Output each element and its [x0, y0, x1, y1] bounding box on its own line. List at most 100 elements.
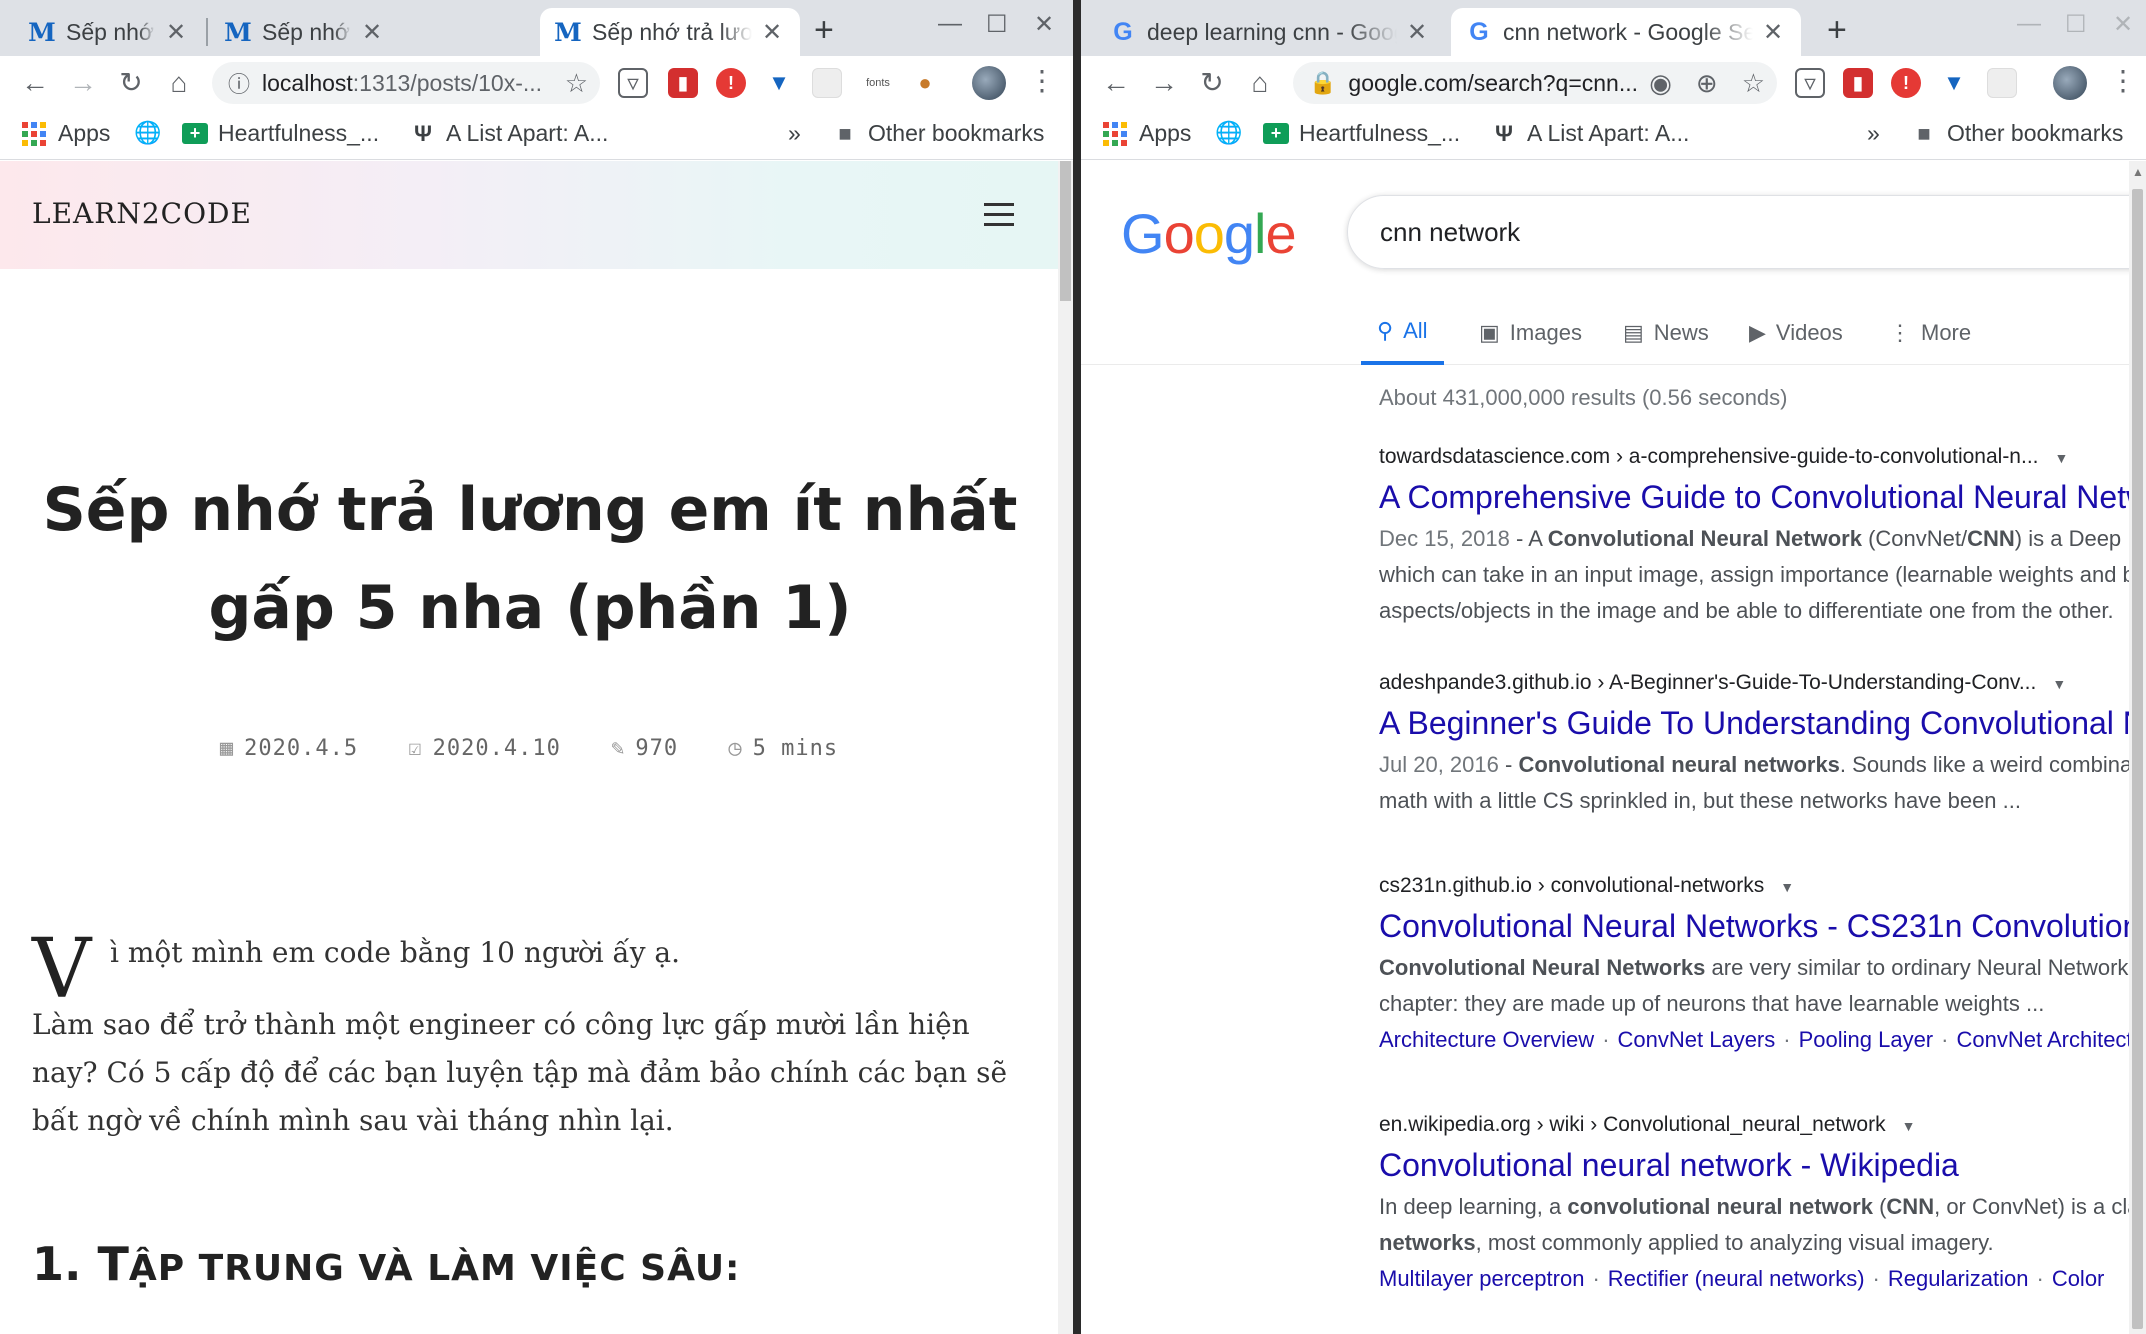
browser-tab-active[interactable]: G cnn network - Google Search ✕ — [1451, 8, 1801, 56]
caret-down-icon[interactable]: ▼ — [1902, 1118, 1916, 1134]
profile-avatar[interactable] — [972, 66, 1006, 100]
location-icon[interactable]: ◉ — [1649, 68, 1672, 99]
word-count: ✎ 970 — [611, 736, 679, 761]
red-extension-icon[interactable]: ▮ — [1843, 68, 1873, 98]
result-cite[interactable]: towardsdatascience.com › a-comprehensive… — [1379, 445, 2129, 469]
sitelink[interactable]: ConvNet Layers — [1618, 1027, 1776, 1052]
site-brand-link[interactable]: LEARN2CODE — [32, 197, 252, 230]
pocket-extension-icon[interactable]: ▽ — [1795, 68, 1825, 98]
bookmark-other[interactable]: ■ Other bookmarks — [832, 120, 1044, 147]
close-window-icon[interactable]: ✕ — [1034, 10, 1054, 39]
result-title-link[interactable]: Convolutional Neural Networks - CS231n C… — [1379, 906, 2129, 946]
sitelink[interactable]: Multilayer perceptron — [1379, 1266, 1584, 1291]
tab-videos[interactable]: ▶ Videos — [1749, 301, 1843, 365]
minimize-icon[interactable]: — — [938, 10, 962, 38]
info-icon[interactable]: ⓘ — [228, 67, 250, 99]
page-scrollbar[interactable]: ▲ — [2129, 161, 2146, 1334]
forward-arrow-icon[interactable]: → — [1145, 64, 1183, 102]
forward-arrow-icon[interactable]: → — [64, 64, 102, 102]
google-logo[interactable]: Google — [1121, 201, 1297, 266]
red-extension-icon[interactable]: ▮ — [668, 68, 698, 98]
tab-more[interactable]: ⋮ More — [1889, 301, 1971, 365]
result-title-link[interactable]: A Beginner's Guide To Understanding Conv… — [1379, 703, 2129, 743]
reload-icon[interactable]: ↻ — [112, 64, 150, 102]
cookie-extension-icon[interactable]: ● — [910, 68, 940, 98]
lock-icon[interactable]: 🔒 — [1309, 70, 1336, 96]
browser-tab[interactable]: M Sếp nhớ trả lương ✕ — [210, 8, 400, 56]
minimize-icon[interactable]: — — [2017, 10, 2041, 38]
close-tab-icon[interactable]: ✕ — [1759, 18, 1787, 47]
result-cite[interactable]: adeshpande3.github.io › A-Beginner's-Gui… — [1379, 671, 2129, 695]
reload-icon[interactable]: ↻ — [1193, 64, 1231, 102]
bookmark-alistapart[interactable]: Ψ A List Apart: A... — [410, 120, 608, 147]
alistapart-icon: Ψ — [414, 120, 432, 146]
tab-all[interactable]: ⚲ All — [1361, 301, 1444, 365]
bookmark-heartfulness[interactable]: + Heartfulness_... — [1263, 120, 1460, 147]
blank-extension-icon[interactable] — [812, 68, 842, 98]
caret-down-icon[interactable]: ▼ — [1780, 879, 1794, 895]
result-cite[interactable]: cs231n.github.io › convolutional-network… — [1379, 874, 2129, 898]
result-cite[interactable]: en.wikipedia.org › wiki › Convolutional_… — [1379, 1113, 2129, 1137]
sitelink[interactable]: Rectifier (neural networks) — [1608, 1266, 1865, 1291]
result-title-link[interactable]: A Comprehensive Guide to Convolutional N… — [1379, 477, 2129, 517]
blank-extension-icon[interactable] — [1987, 68, 2017, 98]
globe-icon[interactable]: 🌐 — [134, 120, 170, 146]
alert-extension-icon[interactable]: ! — [716, 68, 746, 98]
hamburger-menu-icon[interactable] — [984, 203, 1014, 233]
browser-menu-icon[interactable]: ⋮ — [2109, 64, 2137, 97]
scrollbar-thumb[interactable] — [1060, 161, 1071, 301]
image-icon: ▣ — [1479, 320, 1500, 345]
address-bar[interactable]: 🔒 google.com/search?q=cnn... ◉ ⊕ ☆ — [1293, 62, 1777, 104]
zoom-icon[interactable]: ⊕ — [1696, 68, 1718, 99]
pocket-extension-icon[interactable]: ▽ — [618, 68, 648, 98]
scroll-up-arrow-icon[interactable]: ▲ — [2132, 165, 2144, 179]
alert-extension-icon[interactable]: ! — [1891, 68, 1921, 98]
v-extension-icon[interactable]: ▼ — [1939, 68, 1969, 98]
v-extension-icon[interactable]: ▼ — [764, 68, 794, 98]
close-tab-icon[interactable]: ✕ — [1403, 18, 1431, 47]
close-tab-icon[interactable]: ✕ — [758, 18, 786, 47]
sitelink[interactable]: Architecture Overview — [1379, 1027, 1594, 1052]
sitelink[interactable]: Pooling Layer — [1799, 1027, 1934, 1052]
caret-down-icon[interactable]: ▼ — [2055, 450, 2069, 466]
bookmark-apps[interactable]: Apps — [1103, 120, 1191, 147]
browser-menu-icon[interactable]: ⋮ — [1028, 64, 1056, 97]
globe-icon[interactable]: 🌐 — [1215, 120, 1251, 146]
apps-grid-icon — [22, 121, 46, 146]
bookmark-apps[interactable]: Apps — [22, 120, 110, 147]
bookmark-other[interactable]: ■ Other bookmarks — [1911, 120, 2123, 147]
new-tab-plus-icon[interactable]: + — [1827, 13, 1847, 47]
new-tab-plus-icon[interactable]: + — [814, 13, 834, 47]
sitelink[interactable]: Regularization — [1888, 1266, 2029, 1291]
bookmarks-overflow-chevron[interactable]: » — [1867, 120, 1880, 147]
browser-tab[interactable]: M Sếp nhớ trả lương ✕ — [14, 8, 204, 56]
scrollbar-thumb[interactable] — [2132, 189, 2143, 1329]
caret-down-icon[interactable]: ▼ — [2052, 676, 2066, 692]
bookmark-star-icon[interactable]: ☆ — [565, 68, 588, 99]
tab-images[interactable]: ▣ Images — [1479, 301, 1582, 365]
fonts-extension-icon[interactable]: fonts — [858, 68, 898, 98]
page-scrollbar[interactable] — [1058, 161, 1073, 1334]
search-input[interactable]: cnn network — [1347, 195, 2129, 269]
bookmark-heartfulness[interactable]: + Heartfulness_... — [182, 120, 379, 147]
close-tab-icon[interactable]: ✕ — [162, 18, 190, 47]
back-arrow-icon[interactable]: ← — [16, 64, 54, 102]
bookmark-star-icon[interactable]: ☆ — [1742, 68, 1765, 99]
browser-tab-active[interactable]: M Sếp nhớ trả lương ✕ — [540, 8, 800, 56]
back-arrow-icon[interactable]: ← — [1097, 64, 1135, 102]
bookmark-alistapart[interactable]: Ψ A List Apart: A... — [1491, 120, 1689, 147]
address-bar[interactable]: ⓘ localhost:1313/posts/10x-... ☆ — [212, 62, 600, 104]
profile-avatar[interactable] — [2053, 66, 2087, 100]
close-tab-icon[interactable]: ✕ — [358, 18, 386, 47]
maximize-icon[interactable]: ☐ — [986, 10, 1008, 39]
sitelink[interactable]: Color — [2052, 1266, 2105, 1291]
home-icon[interactable]: ⌂ — [1241, 64, 1279, 102]
tab-news[interactable]: ▤ News — [1623, 301, 1709, 365]
bookmarks-overflow-chevron[interactable]: » — [788, 120, 801, 147]
close-window-icon[interactable]: ✕ — [2113, 10, 2133, 39]
maximize-icon[interactable]: ☐ — [2065, 10, 2087, 39]
browser-tab[interactable]: G deep learning cnn - Google ✕ — [1095, 8, 1445, 56]
sitelink[interactable]: ConvNet Architectures — [1956, 1027, 2129, 1052]
result-title-link[interactable]: Convolutional neural network - Wikipedia — [1379, 1145, 2129, 1185]
home-icon[interactable]: ⌂ — [160, 64, 198, 102]
